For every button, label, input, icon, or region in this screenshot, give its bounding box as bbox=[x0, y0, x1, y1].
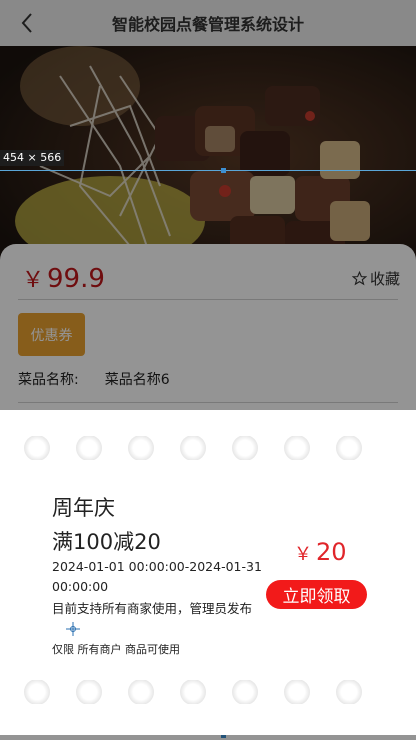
coupon-rule: 满100减20 bbox=[52, 530, 161, 554]
coupon-limit: 仅限 所有商户 商品可使用 bbox=[52, 643, 180, 656]
modal-overlay[interactable] bbox=[0, 735, 416, 740]
selection-handle bbox=[221, 168, 226, 173]
coupon-title: 周年庆 bbox=[52, 496, 115, 520]
dimension-tag: 454 × 566 bbox=[0, 150, 65, 166]
selection-outline bbox=[0, 170, 416, 171]
coupon-amount: ￥ 20 bbox=[294, 538, 347, 566]
coupon-scope: 目前支持所有商家使用，管理员发布 bbox=[52, 601, 253, 616]
claim-coupon-button[interactable]: 立即领取 bbox=[266, 580, 367, 609]
crosshair-cursor-icon bbox=[66, 622, 80, 636]
coupon-validity: 2024-01-01 00:00:00-2024-01-31 00:00:00 bbox=[52, 559, 262, 594]
modal-overlay[interactable] bbox=[0, 0, 416, 410]
